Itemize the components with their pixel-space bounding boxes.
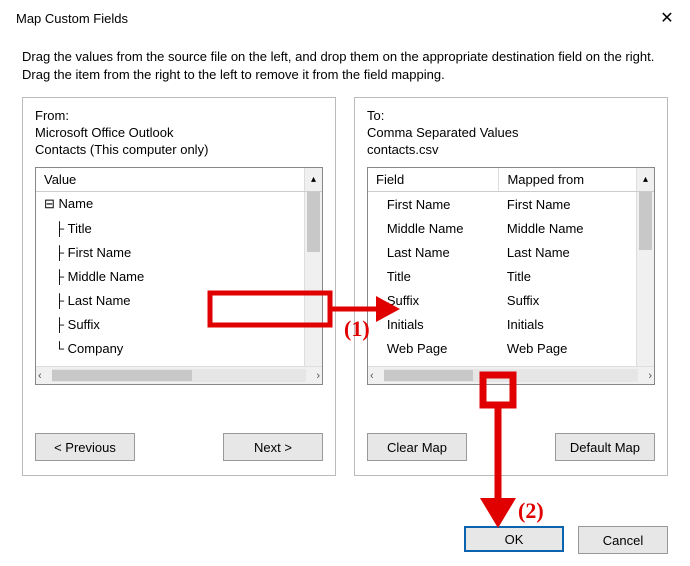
to-listbox[interactable]: Field Mapped from ▴ First NameFirst Name… — [367, 167, 655, 385]
table-row[interactable]: Middle NameMiddle Name — [368, 216, 636, 240]
list-item[interactable]: ├ First Name — [36, 240, 304, 264]
scroll-left-icon[interactable]: ‹ — [38, 370, 42, 382]
scrollbar-thumb[interactable] — [307, 192, 320, 252]
from-vertical-scrollbar[interactable] — [304, 192, 322, 366]
to-panel: To: Comma Separated Values contacts.csv … — [354, 97, 668, 476]
table-row[interactable]: SuffixSuffix — [368, 288, 636, 312]
scroll-up-icon[interactable]: ▴ — [304, 168, 322, 191]
scrollbar-thumb[interactable] — [639, 192, 652, 250]
scroll-up-icon[interactable]: ▴ — [636, 168, 654, 191]
scrollbar-thumb[interactable] — [52, 370, 192, 381]
scroll-left-icon[interactable]: ‹ — [370, 370, 374, 382]
title-bar: Map Custom Fields ✕ — [0, 0, 690, 36]
previous-button[interactable]: < Previous — [35, 433, 135, 461]
close-button[interactable]: ✕ — [644, 0, 690, 36]
list-item[interactable]: ⊟ Name — [36, 192, 304, 216]
list-item[interactable]: ├ Last Name — [36, 288, 304, 312]
annotation-label-1: (1) — [344, 316, 370, 342]
from-listbox[interactable]: Value ▴ ⊟ Name ├ Title ├ First Name ├ Mi… — [35, 167, 323, 385]
table-row[interactable]: TitleTitle — [368, 264, 636, 288]
to-format: Comma Separated Values — [367, 125, 655, 140]
list-item[interactable]: ├ Suffix — [36, 312, 304, 336]
from-horizontal-scrollbar[interactable]: ‹ › — [36, 366, 322, 384]
table-row[interactable]: First NameFirst Name — [368, 192, 636, 216]
cancel-button[interactable]: Cancel — [578, 526, 668, 554]
scrollbar-thumb[interactable] — [384, 370, 473, 381]
list-item[interactable]: ├ Title — [36, 216, 304, 240]
to-label: To: — [367, 108, 655, 123]
from-panel: From: Microsoft Office Outlook Contacts … — [22, 97, 336, 476]
clear-map-button[interactable]: Clear Map — [367, 433, 467, 461]
list-item[interactable]: └ Company — [36, 336, 304, 360]
next-button[interactable]: Next > — [223, 433, 323, 461]
to-header-mapped[interactable]: Mapped from — [499, 172, 636, 187]
default-map-button[interactable]: Default Map — [555, 433, 655, 461]
to-vertical-scrollbar[interactable] — [636, 192, 654, 366]
list-item[interactable]: ├ Middle Name — [36, 264, 304, 288]
table-row[interactable]: InitialsInitials — [368, 312, 636, 336]
annotation-label-2: (2) — [518, 498, 544, 524]
from-header-value[interactable]: Value — [36, 172, 304, 187]
to-filename: contacts.csv — [367, 142, 655, 157]
scroll-right-icon[interactable]: › — [316, 370, 320, 382]
from-label: From: — [35, 108, 323, 123]
from-folder: Contacts (This computer only) — [35, 142, 323, 157]
window-title: Map Custom Fields — [16, 11, 644, 26]
table-row[interactable]: Web PageWeb Page — [368, 336, 636, 360]
to-horizontal-scrollbar[interactable]: ‹ › — [368, 366, 654, 384]
ok-button[interactable]: OK — [464, 526, 564, 552]
scroll-right-icon[interactable]: › — [648, 370, 652, 382]
to-header-field[interactable]: Field — [368, 172, 498, 187]
from-source: Microsoft Office Outlook — [35, 125, 323, 140]
dialog-instructions: Drag the values from the source file on … — [0, 36, 690, 97]
table-row[interactable]: Last NameLast Name — [368, 240, 636, 264]
